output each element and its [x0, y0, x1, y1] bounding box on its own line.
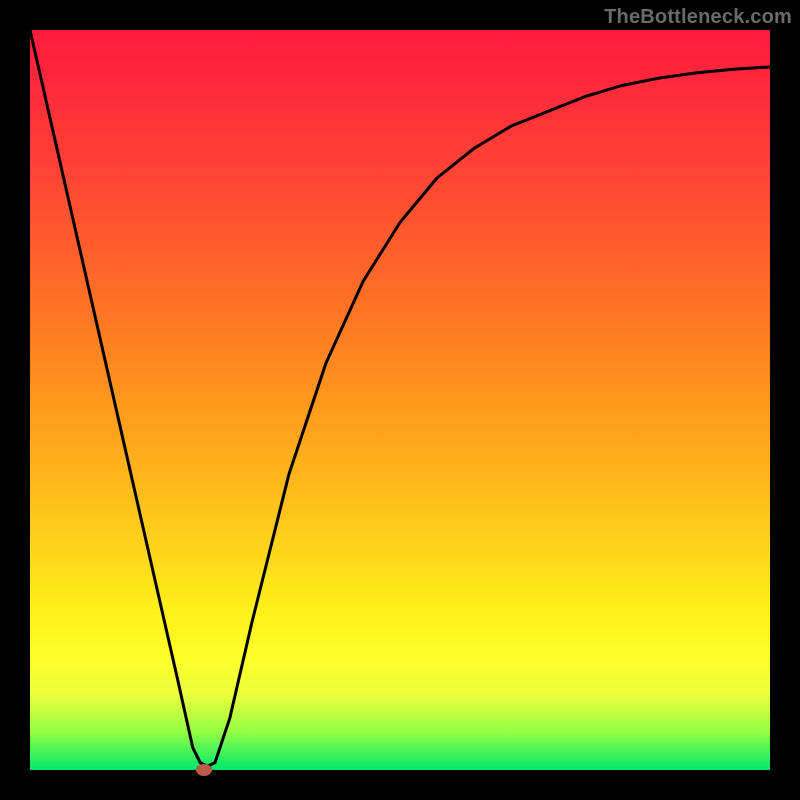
chart-frame: TheBottleneck.com: [0, 0, 800, 800]
minimum-marker: [196, 764, 212, 776]
curve-path: [30, 30, 770, 766]
curve-svg: [30, 30, 770, 770]
watermark-text: TheBottleneck.com: [604, 6, 792, 29]
plot-area: [30, 30, 770, 770]
